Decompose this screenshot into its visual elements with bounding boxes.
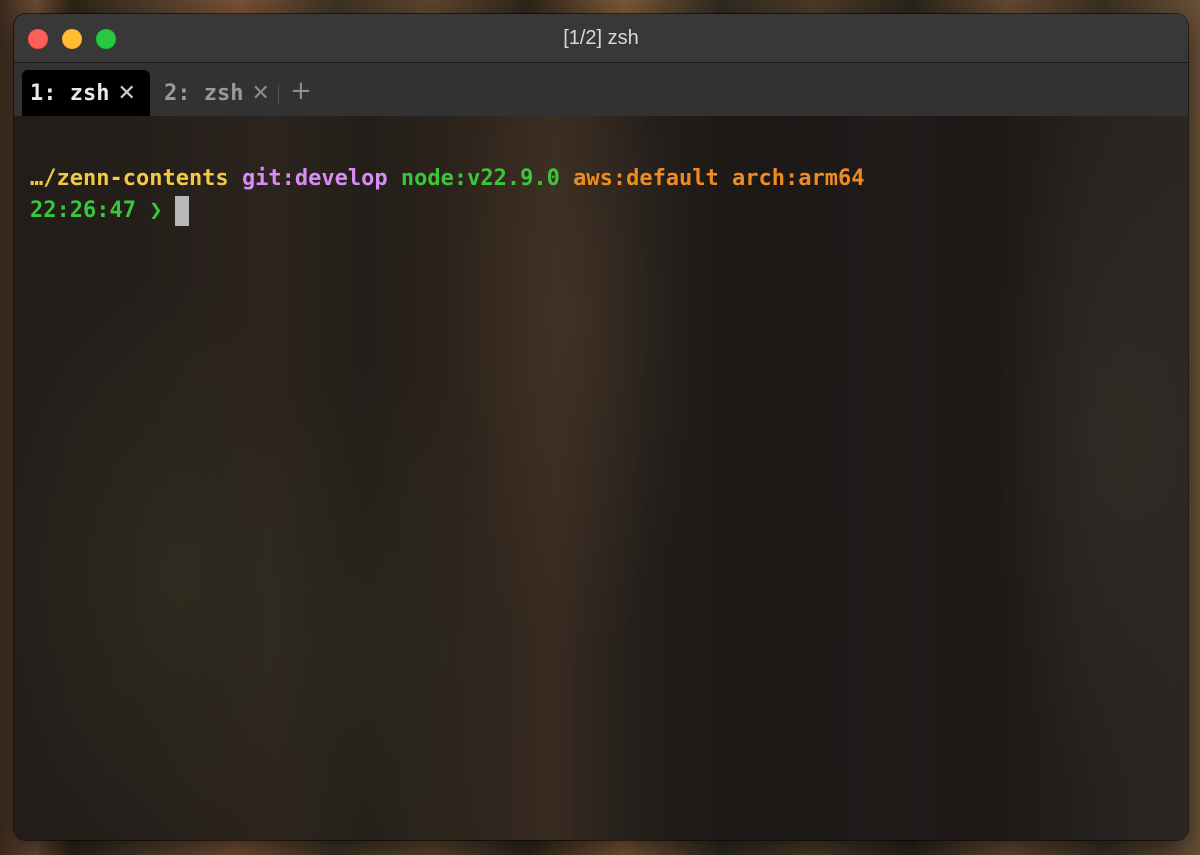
- prompt-arch: arch:arm64: [732, 166, 865, 191]
- prompt-git-branch: git:develop: [241, 166, 388, 191]
- prompt-input-line[interactable]: 22:26:47 ❯: [30, 196, 190, 226]
- prompt-arrow-icon: ❯: [149, 198, 163, 223]
- tab-divider: [278, 85, 279, 105]
- tab-2[interactable]: 2: zsh ✕: [156, 70, 276, 116]
- window-title: [1/2] zsh: [563, 27, 639, 49]
- tab-label: 2: zsh: [164, 80, 244, 106]
- tab-label: 1: zsh: [30, 80, 110, 106]
- prompt-node-version: node:v22.9.0: [400, 166, 560, 191]
- title-bar[interactable]: [1/2] zsh: [14, 14, 1188, 63]
- tab-bar: 1: zsh ✕ 2: zsh ✕ +: [14, 63, 1188, 116]
- prompt-status-line: …/zenn-contents git:develop node:v22.9.0…: [30, 164, 865, 194]
- text-cursor: [175, 196, 190, 226]
- prompt-time: 22:26:47: [30, 198, 136, 223]
- prompt-aws-profile: aws:default: [573, 166, 719, 191]
- close-icon[interactable]: ✕: [251, 81, 269, 106]
- terminal-output[interactable]: …/zenn-contents git:develop node:v22.9.0…: [14, 116, 1188, 840]
- close-icon[interactable]: ✕: [117, 81, 135, 106]
- tab-1[interactable]: 1: zsh ✕: [22, 70, 150, 116]
- terminal-window: [1/2] zsh 1: zsh ✕ 2: zsh ✕ + …/zenn-con…: [14, 14, 1188, 840]
- prompt-path: …/zenn-contents: [30, 166, 229, 191]
- plus-icon[interactable]: +: [290, 76, 312, 106]
